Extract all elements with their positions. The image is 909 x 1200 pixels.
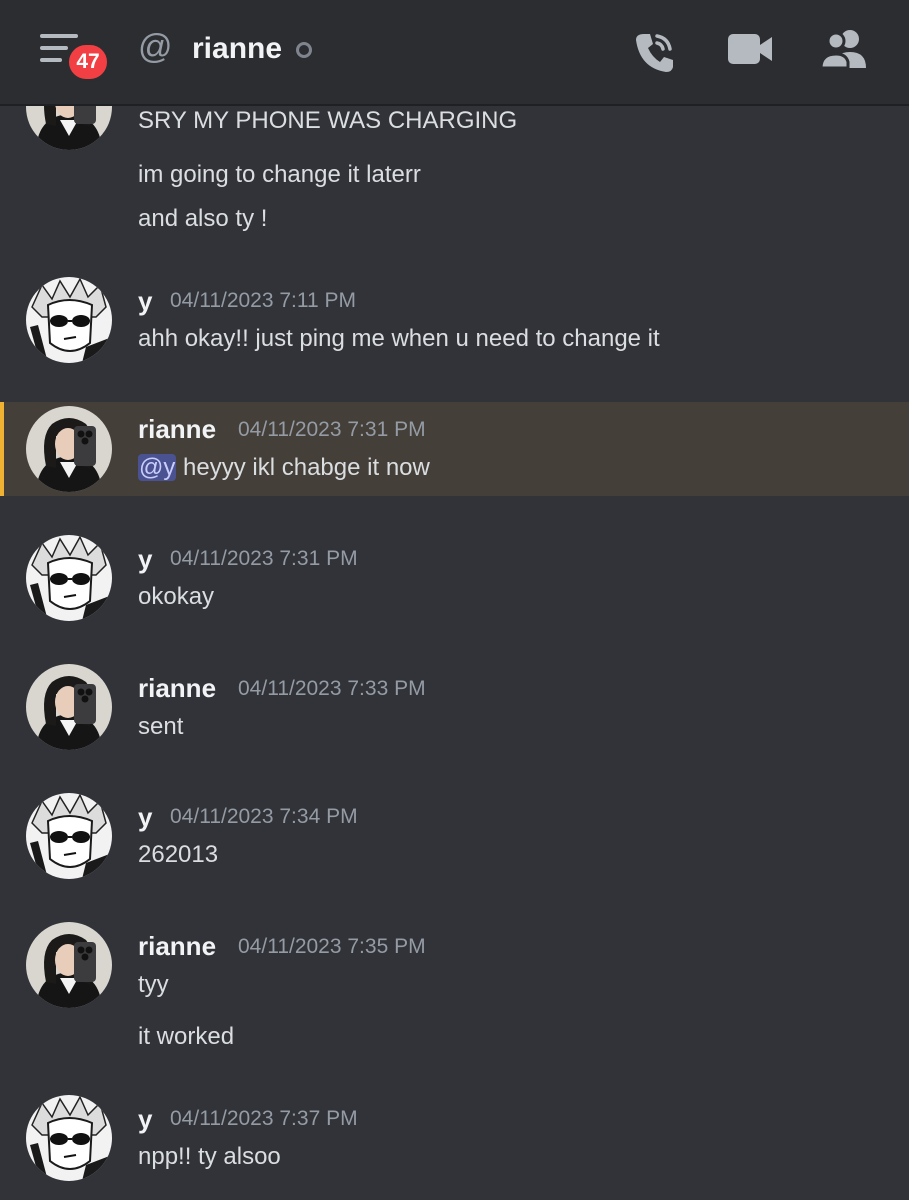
message-author[interactable]: rianne: [138, 673, 216, 704]
message-text: it worked: [138, 1023, 235, 1050]
message-text: npp!! ty alsoo: [138, 1143, 281, 1170]
avatar-y[interactable]: [26, 277, 112, 363]
message-timestamp: 04/11/2023 7:11 PM: [170, 289, 357, 312]
avatar-y[interactable]: [26, 535, 112, 621]
at-icon: @: [138, 28, 173, 66]
message-text: okokay: [138, 583, 215, 610]
message[interactable]: y 04/11/2023 7:31 PM okokay: [0, 524, 909, 634]
message-highlighted[interactable]: rianne 04/11/2023 7:31 PM @y heyyy ikl c…: [0, 402, 909, 496]
message[interactable]: y 04/11/2023 7:37 PM npp!! ty alsoo: [0, 1084, 909, 1200]
video-camera-icon[interactable]: [726, 32, 774, 71]
avatar-rianne[interactable]: [26, 106, 112, 150]
status-idle-icon: [296, 42, 312, 58]
avatar-y[interactable]: [26, 793, 112, 879]
avatar-rianne[interactable]: [26, 664, 112, 750]
avatar-rianne[interactable]: [26, 922, 112, 1008]
message-timestamp: 04/11/2023 7:34 PM: [170, 805, 358, 828]
channel-name[interactable]: rianne: [192, 32, 282, 66]
message[interactable]: y 04/11/2023 7:34 PM 262013: [0, 782, 909, 892]
notification-badge: 47: [66, 42, 110, 82]
message-text: sent: [138, 713, 184, 740]
members-icon[interactable]: [819, 28, 868, 75]
message-author[interactable]: rianne: [138, 931, 216, 962]
message-timestamp: 04/11/2023 7:33 PM: [238, 677, 426, 700]
message-text: tyy: [138, 971, 169, 998]
message-text: SRY MY PHONE WAS CHARGING: [138, 107, 518, 134]
message-text: @y heyyy ikl chabge it now: [138, 454, 430, 482]
message[interactable]: rianne 04/11/2023 7:35 PM tyy it worked: [0, 911, 909, 1071]
message[interactable]: SRY MY PHONE WAS CHARGING im going to ch…: [0, 106, 909, 240]
message-author[interactable]: y: [138, 286, 152, 317]
avatar-y[interactable]: [26, 1095, 112, 1181]
phone-call-icon[interactable]: [630, 28, 678, 81]
message-author[interactable]: rianne: [138, 414, 216, 445]
message-list[interactable]: SRY MY PHONE WAS CHARGING im going to ch…: [0, 106, 909, 1200]
avatar-rianne[interactable]: [26, 406, 112, 492]
message-timestamp: 04/11/2023 7:37 PM: [170, 1107, 358, 1130]
message-timestamp: 04/11/2023 7:31 PM: [238, 418, 426, 441]
user-mention[interactable]: @y: [138, 454, 177, 481]
message-text: and also ty !: [138, 205, 268, 232]
message-timestamp: 04/11/2023 7:31 PM: [170, 547, 358, 570]
message-author[interactable]: y: [138, 1104, 152, 1135]
message-text-content: heyyy ikl chabge it now: [176, 454, 430, 481]
message-text: im going to change it laterr: [138, 161, 421, 188]
message-text: 262013: [138, 841, 219, 868]
message[interactable]: y 04/11/2023 7:11 PM ahh okay!! just pin…: [0, 266, 909, 376]
message-text: ahh okay!! just ping me when u need to c…: [138, 325, 660, 352]
message-author[interactable]: y: [138, 544, 152, 575]
message[interactable]: rianne 04/11/2023 7:33 PM sent: [0, 653, 909, 763]
message-author[interactable]: y: [138, 802, 152, 833]
mention-accent-bar: [0, 402, 4, 496]
message-timestamp: 04/11/2023 7:35 PM: [238, 935, 426, 958]
chat-header: 47 @ rianne: [0, 0, 909, 106]
